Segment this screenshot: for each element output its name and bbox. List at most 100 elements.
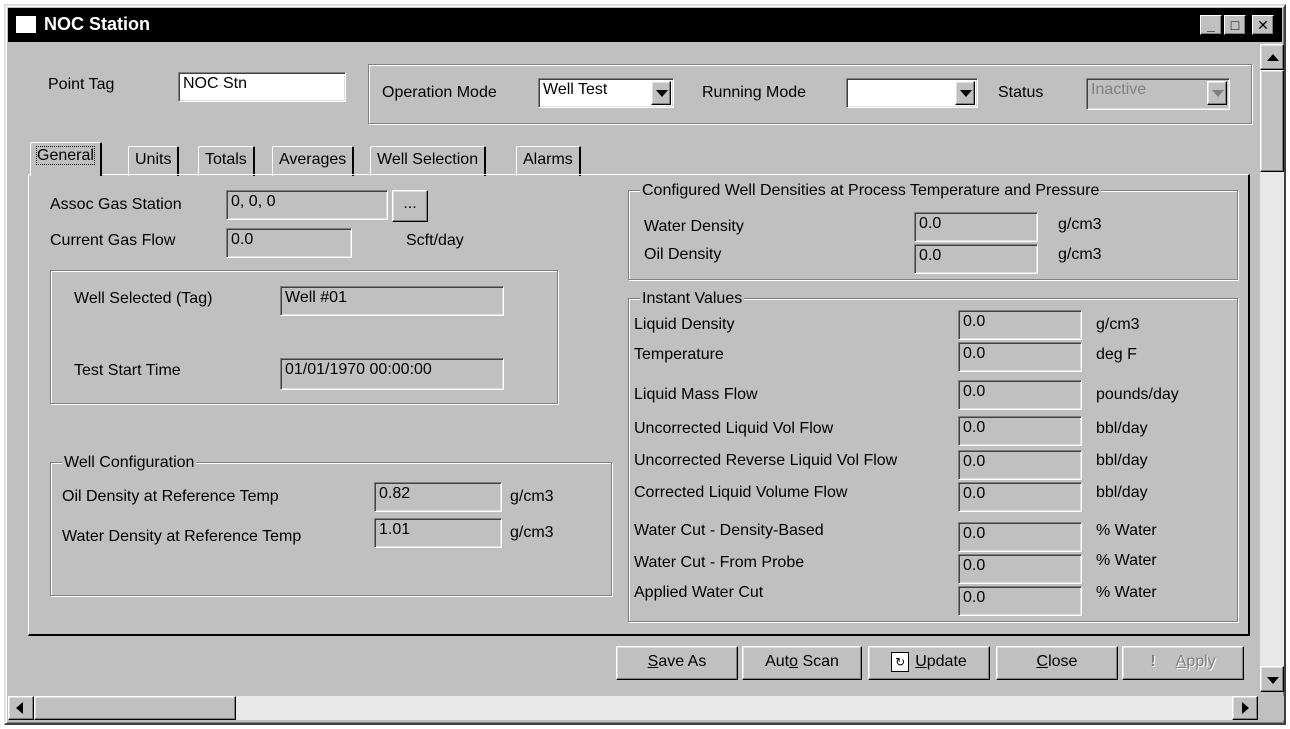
instant-field-water-cut-probe: 0.0 (958, 554, 1082, 584)
assoc-gas-station-field: 0, 0, 0 (226, 190, 388, 220)
close-window-button[interactable]: ✕ (1252, 15, 1274, 35)
instant-unit-uncorrected-vol-flow: bbl/day (1096, 420, 1148, 437)
title-bar[interactable]: NOC Station _ □ ✕ (8, 8, 1282, 42)
instant-label-applied-water-cut: Applied Water Cut (634, 584, 764, 601)
tab-well-selection[interactable]: Well Selection (370, 146, 487, 176)
status-label: Status (998, 84, 1044, 101)
instant-label-water-cut-density: Water Cut - Density-Based (634, 522, 824, 539)
arrow-left-icon (16, 702, 23, 714)
status-select: Inactive (1086, 78, 1230, 110)
test-start-time-label: Test Start Time (74, 362, 181, 379)
status-dropdown-button (1207, 81, 1227, 105)
noc-station-window: NOC Station _ □ ✕ Point Tag NOC Stn Oper… (4, 4, 1286, 725)
scroll-left-button[interactable] (8, 696, 34, 720)
instant-label-uncorrected-reverse-vol-flow: Uncorrected Reverse Liquid Vol Flow (634, 452, 898, 469)
operation-mode-value: Well Test (543, 81, 608, 98)
instant-field-applied-water-cut: 0.0 (958, 586, 1082, 616)
operation-mode-select[interactable]: Well Test (538, 78, 674, 108)
instant-unit-corrected-vol-flow: bbl/day (1096, 484, 1148, 501)
scroll-down-button[interactable] (1260, 666, 1284, 692)
minimize-icon: _ (1207, 17, 1215, 33)
save-as-button[interactable]: Save As (616, 646, 738, 680)
chevron-down-icon (960, 90, 972, 97)
configured-water-density-field: 0.0 (914, 212, 1038, 242)
instant-label-corrected-vol-flow: Corrected Liquid Volume Flow (634, 484, 848, 501)
instant-field-liquid-mass-flow: 0.0 (958, 380, 1082, 410)
instant-unit-water-cut-probe: % Water (1096, 552, 1157, 569)
instant-field-uncorrected-reverse-vol-flow: 0.0 (958, 450, 1082, 480)
instant-label-liquid-density: Liquid Density (634, 316, 735, 333)
horizontal-scroll-thumb[interactable] (34, 696, 236, 720)
tab-alarms[interactable]: Alarms (516, 146, 581, 176)
well-configuration-legend: Well Configuration (62, 454, 197, 472)
current-gas-flow-label: Current Gas Flow (50, 232, 176, 249)
configured-oil-density-unit: g/cm3 (1058, 246, 1102, 263)
arrow-up-icon (1267, 54, 1279, 61)
chevron-down-icon (656, 90, 668, 97)
instant-unit-applied-water-cut: % Water (1096, 584, 1157, 601)
configured-water-density-label: Water Density (644, 218, 744, 235)
instant-unit-liquid-mass-flow: pounds/day (1096, 386, 1179, 403)
running-mode-select[interactable] (846, 78, 978, 108)
vertical-scroll-thumb[interactable] (1260, 70, 1284, 172)
tab-totals[interactable]: Totals (198, 146, 255, 176)
well-selected-label: Well Selected (Tag) (74, 290, 213, 307)
maximize-icon: □ (1230, 17, 1240, 33)
assoc-gas-station-label: Assoc Gas Station (50, 196, 182, 213)
oil-density-ref-label: Oil Density at Reference Temp (62, 488, 279, 505)
refresh-icon: ↻ (891, 651, 910, 672)
instant-field-corrected-vol-flow: 0.0 (958, 482, 1082, 512)
running-mode-dropdown-button[interactable] (955, 81, 975, 105)
well-selected-field: Well #01 (280, 286, 504, 316)
instant-values-legend: Instant Values (640, 290, 745, 308)
maximize-button[interactable]: □ (1224, 15, 1246, 35)
configured-densities-legend: Configured Well Densities at Process Tem… (640, 182, 1102, 200)
running-mode-label: Running Mode (702, 84, 807, 101)
operation-mode-label: Operation Mode (382, 84, 497, 101)
instant-field-uncorrected-vol-flow: 0.0 (958, 416, 1082, 446)
warning-icon: ! (1150, 653, 1156, 670)
instant-unit-uncorrected-reverse-vol-flow: bbl/day (1096, 452, 1148, 469)
current-gas-flow-field: 0.0 (226, 228, 352, 258)
instant-unit-water-cut-density: % Water (1096, 522, 1157, 539)
instant-label-liquid-mass-flow: Liquid Mass Flow (634, 386, 758, 403)
scroll-right-button[interactable] (1232, 696, 1258, 720)
instant-field-temperature: 0.0 (958, 342, 1082, 372)
oil-density-ref-unit: g/cm3 (510, 488, 554, 505)
auto-scan-button[interactable]: Auto Scan (742, 646, 862, 680)
instant-label-uncorrected-vol-flow: Uncorrected Liquid Vol Flow (634, 420, 834, 437)
oil-density-ref-field: 0.82 (374, 482, 502, 512)
close-button[interactable]: Close (996, 646, 1118, 680)
configured-oil-density-field: 0.0 (914, 244, 1038, 274)
status-value: Inactive (1091, 81, 1147, 98)
instant-field-water-cut-density: 0.0 (958, 522, 1082, 552)
test-start-time-field: 01/01/1970 00:00:00 (280, 358, 504, 390)
arrow-down-icon (1267, 677, 1279, 684)
operation-mode-dropdown-button[interactable] (651, 81, 671, 105)
scroll-up-button[interactable] (1260, 44, 1284, 70)
instant-field-liquid-density: 0.0 (958, 310, 1082, 340)
instant-unit-temperature: deg F (1096, 346, 1137, 363)
scrollbar-corner (1260, 696, 1284, 720)
instant-label-water-cut-probe: Water Cut - From Probe (634, 554, 805, 571)
tab-averages[interactable]: Averages (272, 146, 355, 176)
apply-button[interactable]: ! Apply (1122, 646, 1244, 680)
update-button[interactable]: ↻ Update (868, 646, 990, 680)
close-icon: ✕ (1257, 17, 1269, 33)
water-density-ref-label: Water Density at Reference Temp (62, 528, 302, 545)
chevron-down-icon (1212, 90, 1224, 97)
tab-units[interactable]: Units (128, 146, 180, 176)
point-tag-label: Point Tag (48, 76, 115, 93)
instant-unit-liquid-density: g/cm3 (1096, 316, 1140, 333)
current-gas-flow-unit: Scft/day (406, 232, 464, 249)
configured-oil-density-label: Oil Density (644, 246, 722, 263)
instant-label-temperature: Temperature (634, 346, 724, 363)
window-title: NOC Station (44, 14, 150, 34)
minimize-button[interactable]: _ (1200, 15, 1222, 35)
window-icon (16, 16, 36, 33)
water-density-ref-unit: g/cm3 (510, 524, 554, 541)
browse-gas-station-button[interactable]: ... (392, 190, 428, 222)
point-tag-input[interactable]: NOC Stn (178, 72, 346, 102)
tab-general[interactable]: General (30, 142, 102, 176)
water-density-ref-field: 1.01 (374, 518, 502, 548)
